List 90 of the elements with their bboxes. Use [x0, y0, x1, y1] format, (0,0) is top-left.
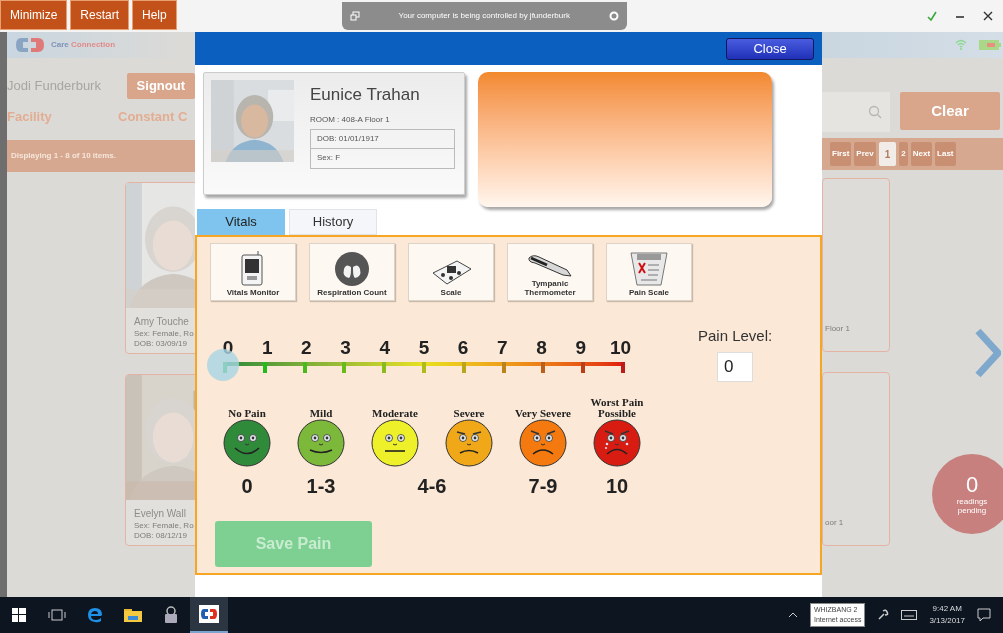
resident-card[interactable]: oor 1 [822, 372, 890, 546]
top-bar-button[interactable]: Minimize [0, 0, 68, 30]
keyboard-icon[interactable] [901, 610, 918, 620]
wrench-icon[interactable] [877, 609, 890, 621]
pending-readings-badge[interactable]: 0 readings pending [932, 454, 1003, 534]
scale-number: 4 [378, 337, 392, 359]
top-bar-button[interactable]: Help [132, 0, 177, 30]
page-button[interactable]: Prev [854, 142, 876, 166]
caret-up-icon[interactable] [787, 612, 798, 618]
close-icon[interactable] [983, 11, 993, 21]
browser-icon[interactable] [87, 607, 103, 623]
vitals-tool-button[interactable]: Pain Scale [606, 243, 692, 301]
scale-number: 8 [535, 337, 548, 359]
clear-button[interactable]: Clear [900, 92, 1000, 130]
resident-detail: oor 1 [825, 517, 845, 529]
top-bar-button[interactable]: Restart [70, 0, 130, 30]
remote-icon [349, 11, 360, 21]
lock-icon[interactable] [164, 606, 178, 624]
vitals-monitor-icon [240, 251, 266, 287]
scale-number: 3 [339, 337, 352, 359]
resident-detail: DOB: 03/09/19 [134, 339, 188, 349]
vitals-tool-button[interactable]: Tympanic Thermometer [507, 243, 593, 301]
wifi-icon [955, 39, 967, 51]
battery-icon [979, 39, 1001, 51]
vitals-tool-button[interactable]: Respiration Count [309, 243, 395, 301]
vitals-tool-button[interactable]: Scale [408, 243, 494, 301]
page-button[interactable]: Last [935, 142, 956, 166]
notifications-icon[interactable] [977, 608, 991, 622]
resident-detail: Sex: Female, Ro [134, 329, 195, 339]
pain-level-label: Pain Level: [698, 326, 773, 346]
page-button[interactable]: First [830, 142, 852, 166]
logo-icon [15, 37, 45, 53]
page-button[interactable]: Next [910, 142, 933, 166]
folder-icon[interactable] [124, 608, 142, 622]
task-view-icon[interactable] [48, 609, 66, 621]
pain-level-field[interactable]: 0 [717, 351, 754, 382]
resident-detail: Floor 1 [825, 323, 851, 335]
windows-icon[interactable] [12, 608, 26, 622]
scale-number: 2 [300, 337, 313, 359]
thermometer-icon [527, 254, 573, 278]
patient-sex: Sex: F [316, 152, 342, 164]
vitals-tool-button[interactable]: Vitals Monitor [210, 243, 296, 301]
search-icon [868, 105, 882, 119]
resident-detail: DOB: 08/12/19 [134, 531, 188, 541]
pain-range: 4-6 [417, 473, 447, 499]
pain-description: Moderate [372, 405, 418, 419]
clock-date: 3/13/2017 [929, 615, 965, 627]
lungs-icon [334, 251, 370, 287]
scale-number: 10 [609, 337, 630, 359]
notice-text: Your computer is being controlled by jfunderburk [397, 10, 571, 22]
resident-name: Amy Touche [134, 315, 190, 329]
checkmark-icon [927, 11, 937, 21]
pain-description: Very Severe [515, 405, 571, 419]
tab[interactable]: Vitals [197, 209, 285, 235]
pain-range: 10 [605, 473, 629, 499]
patient-name: Eunice Trahan [310, 84, 421, 106]
scale-number: 0 [221, 337, 235, 359]
resident-card[interactable]: Amy Touche Sex: Female, Ro DOB: 03/09/19 [125, 182, 195, 354]
patient-room: ROOM : 408-A Floor 1 [310, 113, 391, 126]
clock-time: 9:42 AM [932, 603, 962, 615]
resident-card[interactable]: Floor 1 [822, 178, 890, 352]
logo-text: Care Connection [51, 39, 116, 51]
gear-icon[interactable] [608, 11, 619, 21]
signout-button[interactable]: Signout [126, 73, 195, 99]
pain-range: 1-3 [306, 473, 336, 499]
pain-chart-icon [629, 251, 669, 287]
scale-number: 6 [456, 337, 470, 359]
scale-number: 5 [417, 337, 431, 359]
pain-description: No Pain [228, 405, 266, 419]
pain-description: Worst Pain Possible [589, 396, 645, 419]
resident-detail: Sex: Female, Ro [134, 521, 195, 531]
pagination-summary: Displaying 1 - 8 of 10 items. [11, 150, 116, 162]
resident-name: Evelyn Wall [134, 507, 187, 521]
scale-number: 7 [496, 337, 509, 359]
resident-card[interactable]: Evelyn Wall Sex: Female, Ro DOB: 08/12/19 [125, 374, 195, 546]
pain-range: 0 [241, 473, 253, 499]
scale-number: 1 [260, 337, 274, 359]
filter-label: Facility [7, 108, 53, 127]
pain-description: Severe [453, 405, 485, 419]
filter-label: Constant C [118, 108, 188, 127]
patient-dob: DOB: 01/01/1917 [311, 129, 454, 149]
search-field[interactable] [822, 92, 890, 132]
page-button[interactable]: 2 [899, 142, 908, 166]
page-button[interactable]: 1 [878, 142, 897, 166]
close-button[interactable]: Close [726, 37, 814, 60]
pain-description: Mild [309, 405, 333, 419]
scale-number: 9 [574, 337, 587, 359]
tab[interactable]: History [289, 209, 377, 235]
app-logo-icon[interactable] [199, 605, 219, 623]
pain-range: 7-9 [528, 473, 558, 499]
